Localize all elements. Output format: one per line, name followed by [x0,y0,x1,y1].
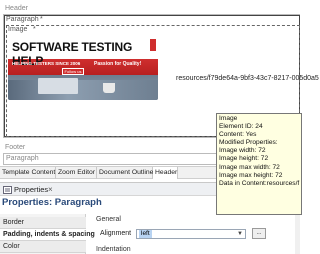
laptop-graphic [38,78,78,94]
banner-desk-graphic [8,80,158,100]
tooltip-line: Image max height: 72 [219,171,283,179]
properties-scrollbar[interactable] [295,214,300,254]
nav-item-color[interactable]: Color [0,241,86,253]
banner-subtitle: Passion for Quality! [94,61,142,67]
tooltip-line: Element ID: 24 [219,123,263,131]
cup-graphic [103,83,115,93]
paragraph-required-marker: * [40,16,43,23]
element-info-tooltip: Image Element ID: 24 Content: Yes Modifi… [216,113,302,215]
banner-tagline: HELPING TESTERS SINCE 2006 [12,61,81,66]
properties-icon [3,186,12,194]
alignment-label: Alignment [100,230,132,237]
general-section-label: General [96,216,121,223]
properties-tab-label[interactable]: Properties [14,184,48,196]
nav-item-border[interactable]: Border [0,217,86,229]
tooltip-line: Modified Properties: [219,139,278,147]
header-region-label: Header [5,5,28,12]
properties-category-nav: Border Padding, indents & spacing Color [0,214,95,254]
footer-region-label: Footer [5,144,26,151]
image-resource-path: resources/f79de64a-9bf3-43c7-8217-005d0a… [176,75,319,82]
tooltip-line: Image width: 72 [219,147,266,155]
image-required-marker: * [33,26,36,33]
tooltip-line: Image max width: 72 [219,163,280,171]
tooltip-line: Data in Content:resources/f [219,179,300,187]
tooltip-line: Image height: 72 [219,155,269,163]
tooltip-line: Content: Yes [219,131,257,139]
alignment-select[interactable]: left ▼ [136,229,246,239]
tab-document-outline[interactable]: Document Outline [97,167,153,179]
paragraph-label: Paragraph [6,16,39,23]
nav-item-padding-indents-spacing[interactable]: Padding, indents & spacing [0,229,95,241]
banner-badge [150,39,156,51]
tab-zoom-editor[interactable]: Zoom Editor [56,167,97,179]
software-testing-help-banner-image[interactable]: SOFTWARE TESTING HELP HELPING TESTERS SI… [8,34,158,100]
close-icon[interactable]: × [48,185,53,194]
tab-template-content[interactable]: Template Content [0,167,56,179]
tooltip-line: Image [219,115,238,122]
alignment-value: left [139,230,152,238]
tab-header[interactable]: Header [153,167,178,179]
indentation-section-label: Indentation [96,246,131,253]
banner-follow-badge: Follow us [62,68,84,75]
alignment-more-button[interactable]: ... [252,228,266,239]
image-label: Image [8,26,28,33]
footer-paragraph-label: Paragraph [6,155,39,162]
chevron-down-icon[interactable]: ▼ [237,231,243,237]
